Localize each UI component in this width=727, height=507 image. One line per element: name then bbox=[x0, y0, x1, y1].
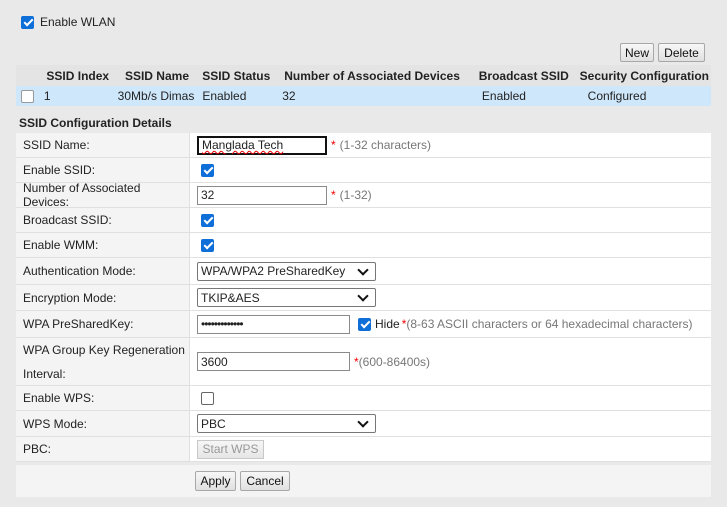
associated-devices-label: Number of Associated Devices: bbox=[16, 181, 190, 209]
row-wpa-presharedkey: WPA PreSharedKey: ••••••••••••• Hide *(8… bbox=[16, 311, 711, 338]
row-enable-wmm: Enable WMM: bbox=[16, 233, 711, 258]
enable-wmm-checkbox[interactable] bbox=[201, 238, 214, 252]
group-key-interval-input[interactable]: 3600 bbox=[197, 352, 350, 371]
encryption-mode-select[interactable]: TKIP&AES bbox=[197, 288, 376, 307]
enable-wlan-label: Enable WLAN bbox=[40, 15, 116, 29]
cell-associated-devices: 32 bbox=[274, 86, 470, 106]
group-key-interval-label: WPA Group Key Regeneration Interval: bbox=[16, 338, 190, 385]
wpa-presharedkey-input[interactable]: ••••••••••••• bbox=[197, 314, 350, 334]
ssid-name-hint: (1-32 characters) bbox=[339, 138, 432, 152]
enable-wlan-checkbox[interactable] bbox=[21, 15, 34, 29]
row-authentication-mode: Authentication Mode: WPA/WPA2 PreSharedK… bbox=[16, 258, 711, 285]
table-header-associated-devices: Number of Associated Devices bbox=[274, 65, 470, 86]
cell-ssid-index: 1 bbox=[39, 86, 116, 106]
row-broadcast-ssid: Broadcast SSID: bbox=[16, 208, 711, 233]
enable-ssid-label: Enable SSID: bbox=[16, 158, 190, 182]
cancel-button[interactable]: Cancel bbox=[240, 471, 290, 491]
cell-ssid-status: Enabled bbox=[198, 86, 275, 106]
table-header-ssid-name: SSID Name bbox=[115, 65, 199, 86]
enable-wlan[interactable]: Enable WLAN bbox=[21, 15, 115, 29]
apply-button[interactable]: Apply bbox=[195, 471, 236, 491]
table-header-row: SSID Index SSID Name SSID Status Number … bbox=[16, 65, 711, 86]
wps-mode-select[interactable]: PBC bbox=[197, 414, 376, 433]
table-header-security-configuration: Security Configuration bbox=[577, 65, 711, 86]
wps-mode-value: PBC bbox=[201, 416, 226, 431]
ssid-table: SSID Index SSID Name SSID Status Number … bbox=[16, 65, 711, 106]
required-marker: * bbox=[331, 188, 336, 202]
associated-devices-input[interactable]: 32 bbox=[197, 185, 327, 205]
hide-key-label: Hide bbox=[375, 317, 400, 331]
row-pbc: PBC: Start WPS bbox=[16, 437, 711, 462]
row-enable-wps: Enable WPS: bbox=[16, 386, 711, 411]
delete-button[interactable]: Delete bbox=[658, 43, 705, 62]
section-title: SSID Configuration Details bbox=[19, 116, 172, 130]
new-button[interactable]: New bbox=[620, 43, 654, 62]
enable-wps-label: Enable WPS: bbox=[16, 386, 190, 410]
row-wps-mode: WPS Mode: PBC bbox=[16, 411, 711, 437]
chevron-down-icon bbox=[357, 290, 369, 302]
broadcast-ssid-label: Broadcast SSID: bbox=[16, 208, 190, 232]
table-header-ssid-index: SSID Index bbox=[39, 65, 116, 86]
table-header-ssid-status: SSID Status bbox=[198, 65, 275, 86]
cell-security-configuration: Configured bbox=[577, 86, 711, 106]
row-select-checkbox[interactable] bbox=[21, 90, 35, 104]
pbc-label: PBC: bbox=[16, 437, 190, 461]
table-row[interactable]: 1 30Mb/s Dimas Enabled 32 Enabled Config… bbox=[16, 86, 711, 106]
broadcast-ssid-checkbox[interactable] bbox=[201, 213, 214, 227]
group-key-interval-label-line1: WPA Group Key Regeneration bbox=[23, 342, 185, 357]
authentication-mode-select[interactable]: WPA/WPA2 PreSharedKey bbox=[197, 261, 376, 281]
row-ssid-name: SSID Name: Manglada Tech * (1-32 charact… bbox=[16, 133, 711, 158]
row-associated-devices: Number of Associated Devices: 32 * (1-32… bbox=[16, 181, 711, 209]
ssid-name-input[interactable]: Manglada Tech bbox=[197, 135, 327, 155]
enable-ssid-checkbox[interactable] bbox=[201, 163, 214, 177]
start-wps-button[interactable]: Start WPS bbox=[197, 439, 264, 459]
cell-ssid-name: 30Mb/s Dimas bbox=[115, 86, 199, 106]
form-actions bbox=[16, 465, 711, 497]
row-encryption-mode: Encryption Mode: TKIP&AES bbox=[16, 285, 711, 311]
enable-wps-checkbox[interactable] bbox=[201, 391, 214, 405]
wpa-presharedkey-label: WPA PreSharedKey: bbox=[16, 311, 190, 337]
ssid-name-label: SSID Name: bbox=[16, 133, 190, 157]
associated-devices-hint: (1-32) bbox=[339, 188, 372, 202]
ssid-config-form: SSID Name: Manglada Tech * (1-32 charact… bbox=[16, 133, 711, 462]
group-key-interval-label-line2: Interval: bbox=[23, 366, 66, 381]
authentication-mode-label: Authentication Mode: bbox=[16, 258, 190, 284]
wpa-presharedkey-hint: (8-63 ASCII characters or 64 hexadecimal… bbox=[406, 317, 693, 331]
cell-broadcast-ssid: Enabled bbox=[469, 86, 578, 106]
chevron-down-icon bbox=[357, 416, 369, 428]
enable-wmm-label: Enable WMM: bbox=[16, 233, 190, 257]
wps-mode-label: WPS Mode: bbox=[16, 411, 190, 436]
authentication-mode-value: WPA/WPA2 PreSharedKey bbox=[201, 264, 346, 278]
required-marker: * bbox=[331, 138, 336, 152]
encryption-mode-label: Encryption Mode: bbox=[16, 285, 190, 310]
row-enable-ssid: Enable SSID: bbox=[16, 158, 711, 183]
encryption-mode-value: TKIP&AES bbox=[201, 290, 260, 305]
table-header-select bbox=[16, 65, 40, 86]
group-key-interval-hint: (600-86400s) bbox=[358, 354, 431, 369]
chevron-down-icon bbox=[357, 263, 369, 276]
table-header-broadcast-ssid: Broadcast SSID bbox=[469, 65, 578, 86]
hide-key-checkbox[interactable] bbox=[358, 317, 371, 331]
row-group-key-interval: WPA Group Key Regeneration Interval: 360… bbox=[16, 338, 711, 386]
